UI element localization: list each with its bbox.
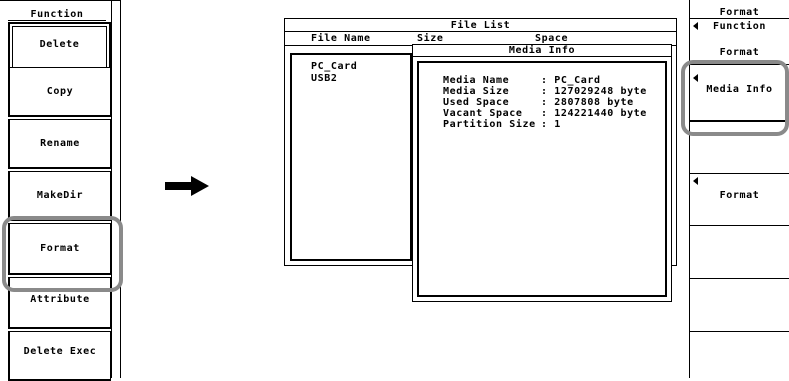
copy-button[interactable]: Copy bbox=[8, 67, 111, 117]
left-triangle-icon bbox=[693, 74, 698, 82]
attribute-button-label: Attribute bbox=[30, 294, 90, 305]
format-exec-button[interactable]: Format bbox=[690, 174, 789, 226]
media-name-value: : PC_Card bbox=[541, 75, 601, 86]
media-size-label: Media Size bbox=[443, 86, 510, 97]
media-info-body: Media Name : PC_Card Media Size : 12702924… bbox=[417, 61, 667, 297]
media-size-value: : 127029248 byte bbox=[541, 86, 647, 97]
used-space-label: Used Space bbox=[443, 97, 510, 108]
media-info-button[interactable]: Media Info bbox=[690, 65, 789, 122]
menu-side-rail bbox=[111, 0, 121, 378]
used-space-row: Used Space : 2807808 byte bbox=[443, 97, 634, 108]
delete-exec-button-label: Delete Exec bbox=[23, 346, 97, 357]
drive-list: PC_Card USB2 bbox=[290, 53, 412, 261]
delete-exec-button[interactable]: Delete Exec bbox=[8, 331, 111, 381]
media-info-button-label: Media Info bbox=[706, 84, 773, 95]
function-selector-label: Function bbox=[713, 21, 766, 32]
rename-button-label: Rename bbox=[40, 138, 80, 149]
function-menu-title-rule bbox=[8, 20, 106, 21]
media-info-title-rule bbox=[413, 56, 671, 57]
list-item-pc-card[interactable]: PC_Card bbox=[311, 61, 357, 72]
makedir-button[interactable]: MakeDir bbox=[8, 171, 111, 221]
empty-softkey-6 bbox=[690, 279, 789, 332]
empty-softkey-3 bbox=[690, 124, 789, 174]
left-triangle-icon bbox=[693, 177, 698, 185]
partition-size-label: Partition Size bbox=[443, 119, 536, 130]
delete-button-label: Delete bbox=[39, 38, 80, 50]
rename-button[interactable]: Rename bbox=[8, 119, 111, 169]
partition-size-row: Partition Size : 1 bbox=[443, 119, 561, 130]
function-selector[interactable]: Function Format bbox=[690, 19, 789, 65]
column-file-name[interactable]: File Name bbox=[311, 33, 371, 45]
vacant-space-row: Vacant Space : 124221440 byte bbox=[443, 108, 647, 119]
function-menu: Function Delete Copy Rename MakeDir Form… bbox=[0, 0, 121, 381]
list-item-usb2[interactable]: USB2 bbox=[311, 73, 337, 84]
vacant-space-label: Vacant Space bbox=[443, 108, 523, 119]
media-name-label: Media Name bbox=[443, 75, 510, 86]
used-space-value: : 2807808 byte bbox=[541, 97, 634, 108]
function-selector-value: Format bbox=[719, 47, 760, 58]
attribute-button[interactable]: Attribute bbox=[8, 277, 111, 329]
media-info-dialog: Media Info Media Name: PC_Card Media Siz… bbox=[412, 44, 672, 302]
media-size-row: Media Size : 127029248 byte bbox=[443, 86, 647, 97]
menu-top-border bbox=[0, 0, 121, 1]
vacant-space-value: : 124221440 byte bbox=[541, 108, 647, 119]
empty-softkey-5 bbox=[690, 226, 789, 279]
format-menu: Format Function Format Media Info Format bbox=[689, 0, 789, 378]
partition-size-value: : 1 bbox=[541, 119, 561, 130]
media-name-row: Media Name : PC_Card bbox=[443, 75, 601, 86]
copy-button-label: Copy bbox=[46, 86, 74, 97]
right-arrow-icon bbox=[165, 176, 209, 196]
format-button-label: Format bbox=[40, 243, 80, 254]
file-list-title-rule bbox=[285, 31, 676, 32]
format-exec-button-label: Format bbox=[719, 190, 760, 201]
format-button[interactable]: Format bbox=[8, 223, 111, 275]
makedir-button-label: MakeDir bbox=[36, 190, 84, 201]
